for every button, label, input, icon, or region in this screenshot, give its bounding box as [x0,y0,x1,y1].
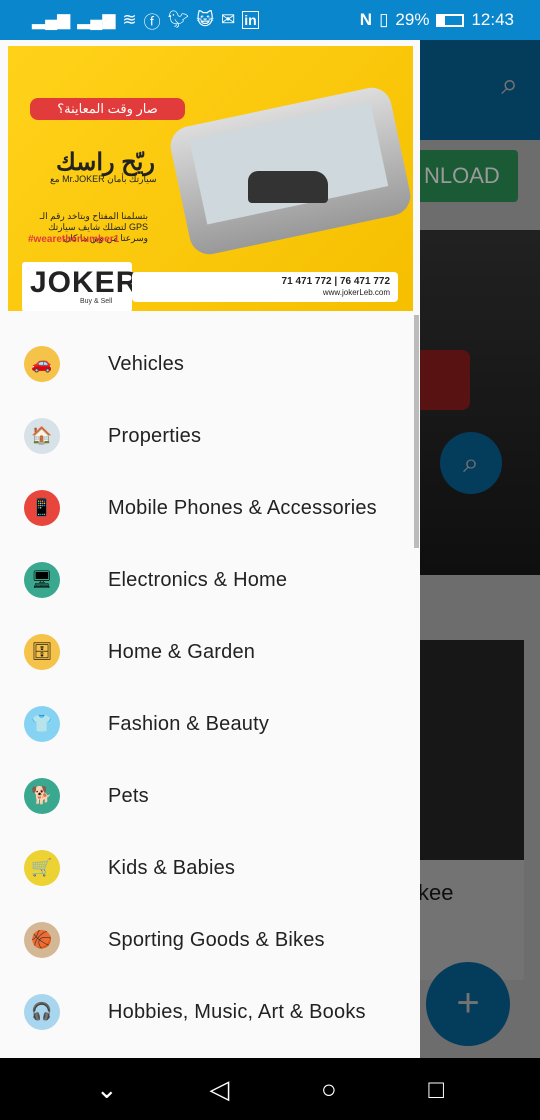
website: www.jokerLeb.com [322,288,390,297]
scrollbar[interactable] [414,315,419,548]
headphones-icon: 🎧 [24,994,60,1030]
system-nav-bar: ⌄ ◁ ○ □ [0,1058,540,1120]
menu-item-label: Mobile Phones & Accessories [108,496,377,519]
menu-item-vehicles[interactable]: 🚗 Vehicles [0,328,420,400]
clock: 12:43 [471,10,514,29]
banner-hashtag: #wearethenumber1 [28,234,120,245]
joker-logo: JOKER [22,262,137,311]
promo-banner[interactable]: صار وقت المعاينة؟ ريّح راسك مع Mr.JOKER … [8,46,413,311]
menu-item-label: Fashion & Beauty [108,712,270,735]
facebook-icon: ⓕ [143,12,161,32]
menu-item-hobbies-music-art-books[interactable]: 🎧 Hobbies, Music, Art & Books [0,976,420,1048]
menu-item-label: Kids & Babies [108,856,236,879]
battery-percent: 29% [395,10,430,29]
menu-item-label: Vehicles [108,352,185,375]
shirt-icon: 👕 [24,706,60,742]
mobile-phone-icon: 📱 [24,490,60,526]
basketball-icon: 🏀 [24,922,60,958]
cat-app-icon: 😺︎ [196,10,214,29]
banner-title: ريّح راسك [56,149,156,176]
back-icon[interactable]: ◁ [209,1074,229,1105]
twitter-icon: 🐦︎ [167,10,190,29]
menu-item-mobile-phones-accessories[interactable]: 📱 Mobile Phones & Accessories [0,472,420,544]
menu-item-label: Home & Garden [108,640,256,663]
linkedin-icon: in [242,11,259,29]
monitor-icon: 🖥 [24,562,60,598]
logo-subtitle: Buy & Sell [80,298,113,305]
hide-nav-icon[interactable]: ⌄ [96,1074,118,1105]
menu-item-sporting-goods-bikes[interactable]: 🏀 Sporting Goods & Bikes [0,904,420,976]
wifi-icon: ≋ [122,10,137,29]
signal-icon: ▂▄▆ [77,10,116,29]
dog-icon: 🐕 [24,778,60,814]
contact-box: 71 471 772 | 76 471 772 www.jokerLeb.com [132,272,398,302]
house-icon: 🏠 [24,418,60,454]
navigation-drawer: صار وقت المعاينة؟ ريّح راسك مع Mr.JOKER … [0,40,420,1058]
menu-item-label: Electronics & Home [108,568,288,591]
menu-item-fashion-beauty[interactable]: 👕 Fashion & Beauty [0,688,420,760]
category-list: 🚗 Vehicles 🏠 Properties 📱 Mobile Phones & Acc… [0,328,420,1048]
download-button[interactable]: NLOAD [420,150,518,202]
banner-headline: صار وقت المعاينة؟ [30,98,185,120]
status-bar: ▂▄▆ ▂▄▆ ≋ ⓕ 🐦︎ 😺︎ ✉ in N ▯ 29% 12:43 [0,0,540,40]
menu-item-pets[interactable]: 🐕 Pets [0,760,420,832]
car-icon: 🚗 [24,346,60,382]
suv-illustration [248,171,328,203]
menu-item-label: Sporting Goods & Bikes [108,928,325,951]
menu-item-label: Pets [108,784,149,807]
home-icon[interactable]: ○ [321,1074,337,1105]
menu-item-electronics-home[interactable]: 🖥 Electronics & Home [0,544,420,616]
battery-icon [436,13,465,27]
menu-item-home-garden[interactable]: 🗄 Home & Garden [0,616,420,688]
menu-item-properties[interactable]: 🏠 Properties [0,400,420,472]
mail-icon: ✉ [220,10,236,29]
furniture-icon: 🗄 [24,634,60,670]
menu-item-kids-babies[interactable]: 🛒 Kids & Babies [0,832,420,904]
menu-item-label: Hobbies, Music, Art & Books [108,1000,366,1023]
stroller-icon: 🛒 [24,850,60,886]
vibrate-icon: ▯ [379,10,389,29]
menu-item-label: Properties [108,424,202,447]
signal-icon: ▂▄▆ [32,10,71,29]
banner-subtitle: مع Mr.JOKER سيارتك بأمان [50,174,157,184]
nfc-icon: N [359,10,373,29]
recents-icon[interactable]: □ [428,1074,444,1105]
phone-numbers: 71 471 772 | 76 471 772 [281,276,390,287]
